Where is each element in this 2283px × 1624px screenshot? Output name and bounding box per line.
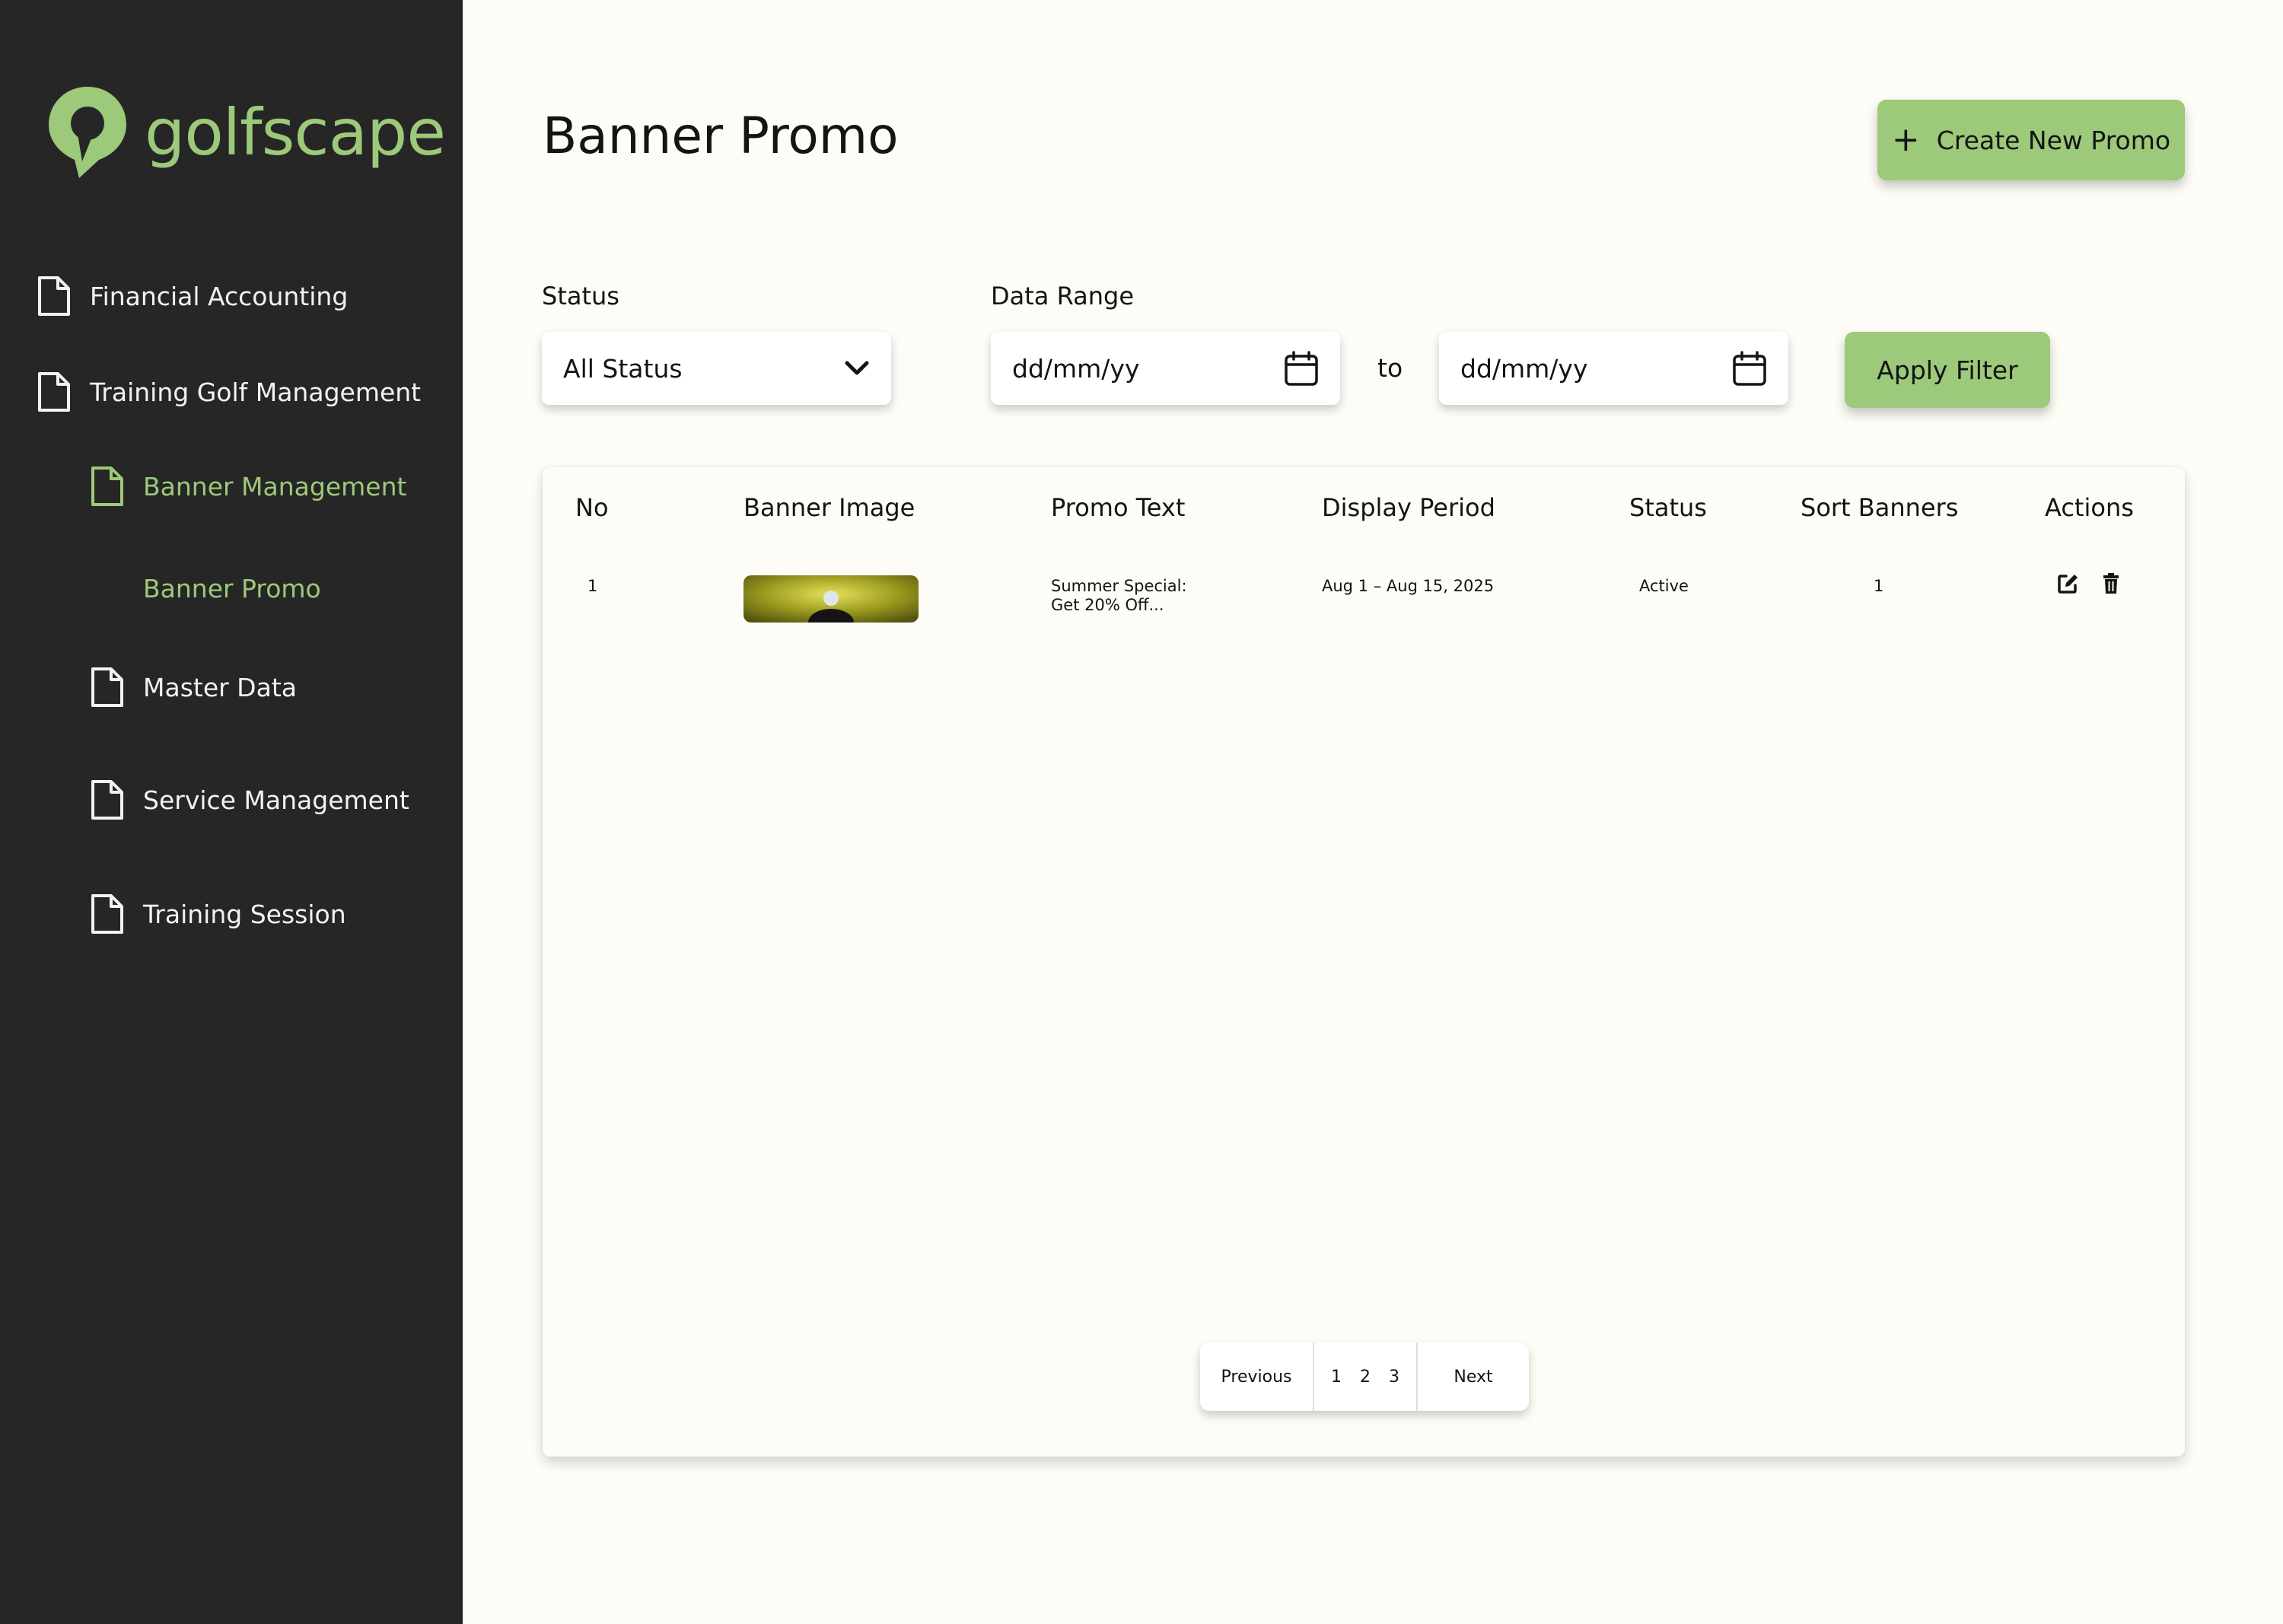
chevron-down-icon (845, 361, 869, 375)
status-filter-label: Status (542, 282, 619, 310)
column-header-sort-banners: Sort Banners (1801, 493, 1959, 522)
column-header-status: Status (1629, 493, 1707, 522)
cell-no: 1 (587, 577, 598, 595)
trash-icon[interactable] (2100, 572, 2122, 595)
date-from-input[interactable]: dd/mm/yy (991, 332, 1340, 405)
sidebar-item-label: Banner Management (143, 471, 407, 502)
column-header-actions: Actions (2045, 493, 2134, 522)
column-header-display-period: Display Period (1322, 493, 1495, 522)
column-header-promo-text: Promo Text (1051, 493, 1186, 522)
to-label: to (1377, 353, 1403, 383)
pagination-page-2[interactable]: 2 (1360, 1368, 1371, 1387)
sidebar-item-training-golf-management[interactable]: Training Golf Management (37, 371, 421, 412)
sidebar-item-label: Financial Accounting (90, 281, 349, 311)
promo-text-line: Get 20% Off... (1051, 596, 1164, 615)
edit-icon[interactable] (2056, 572, 2079, 595)
document-icon (91, 894, 123, 934)
page-title: Banner Promo (543, 107, 899, 165)
apply-filter-button[interactable]: Apply Filter (1845, 332, 2050, 408)
document-icon (91, 667, 123, 707)
calendar-icon[interactable] (1732, 350, 1767, 387)
sidebar-item-training-session[interactable]: Training Session (90, 893, 346, 935)
calendar-icon[interactable] (1284, 350, 1319, 387)
logo[interactable]: golfscape (44, 84, 446, 181)
brand-name: golfscape (145, 95, 446, 170)
date-from-placeholder: dd/mm/yy (1012, 353, 1140, 384)
plus-icon: + (1891, 120, 1920, 159)
column-header-no: No (575, 493, 609, 522)
golf-ball-banner-image (743, 575, 919, 623)
date-range-label: Data Range (991, 282, 1134, 310)
sidebar-item-label: Banner Promo (143, 574, 321, 603)
column-header-banner-image: Banner Image (743, 493, 915, 522)
sidebar-item-banner-promo[interactable]: Banner Promo (143, 574, 321, 603)
cell-sort: 1 (1874, 577, 1884, 595)
pagination-page-1[interactable]: 1 (1331, 1368, 1342, 1387)
promo-text-line: Summer Special: (1051, 577, 1187, 595)
sidebar-item-label: Master Data (143, 672, 297, 702)
date-to-input[interactable]: dd/mm/yy (1439, 332, 1788, 405)
promo-table: No Banner Image Promo Text Display Perio… (543, 467, 2185, 1457)
pagination-next-button[interactable]: Next (1416, 1342, 1529, 1411)
pagination-page-3[interactable]: 3 (1389, 1368, 1399, 1387)
create-button-label: Create New Promo (1936, 125, 2171, 155)
location-pin-logo-icon (49, 87, 126, 178)
pagination: Previous 1 2 3 Next (1200, 1342, 1529, 1411)
date-to-placeholder: dd/mm/yy (1460, 353, 1588, 384)
document-icon (38, 276, 70, 316)
cell-promo-text: Summer Special: Get 20% Off... (1051, 577, 1187, 615)
sidebar-item-label: Service Management (143, 785, 409, 815)
cell-display-period: Aug 1 – Aug 15, 2025 (1322, 577, 1495, 595)
pagination-previous-button[interactable]: Previous (1200, 1342, 1314, 1411)
sidebar-item-financial-accounting[interactable]: Financial Accounting (37, 275, 348, 317)
sidebar-item-master-data[interactable]: Master Data (90, 667, 297, 708)
create-new-promo-button[interactable]: + Create New Promo (1877, 100, 2185, 180)
cell-status: Active (1639, 577, 1689, 595)
status-select[interactable]: All Status (542, 332, 891, 405)
document-icon (38, 372, 70, 412)
sidebar-item-label: Training Session (143, 899, 346, 929)
status-select-value: All Status (563, 353, 683, 384)
sidebar-item-banner-management[interactable]: Banner Management (90, 466, 406, 507)
sidebar-item-service-management[interactable]: Service Management (90, 779, 409, 820)
document-icon (91, 780, 123, 820)
banner-image-thumbnail[interactable] (743, 575, 919, 623)
document-icon (91, 467, 123, 506)
sidebar-item-label: Training Golf Management (90, 377, 422, 407)
pagination-pages: 1 2 3 (1314, 1342, 1416, 1411)
sidebar: golfscape Financial Accounting Training … (0, 0, 463, 1624)
